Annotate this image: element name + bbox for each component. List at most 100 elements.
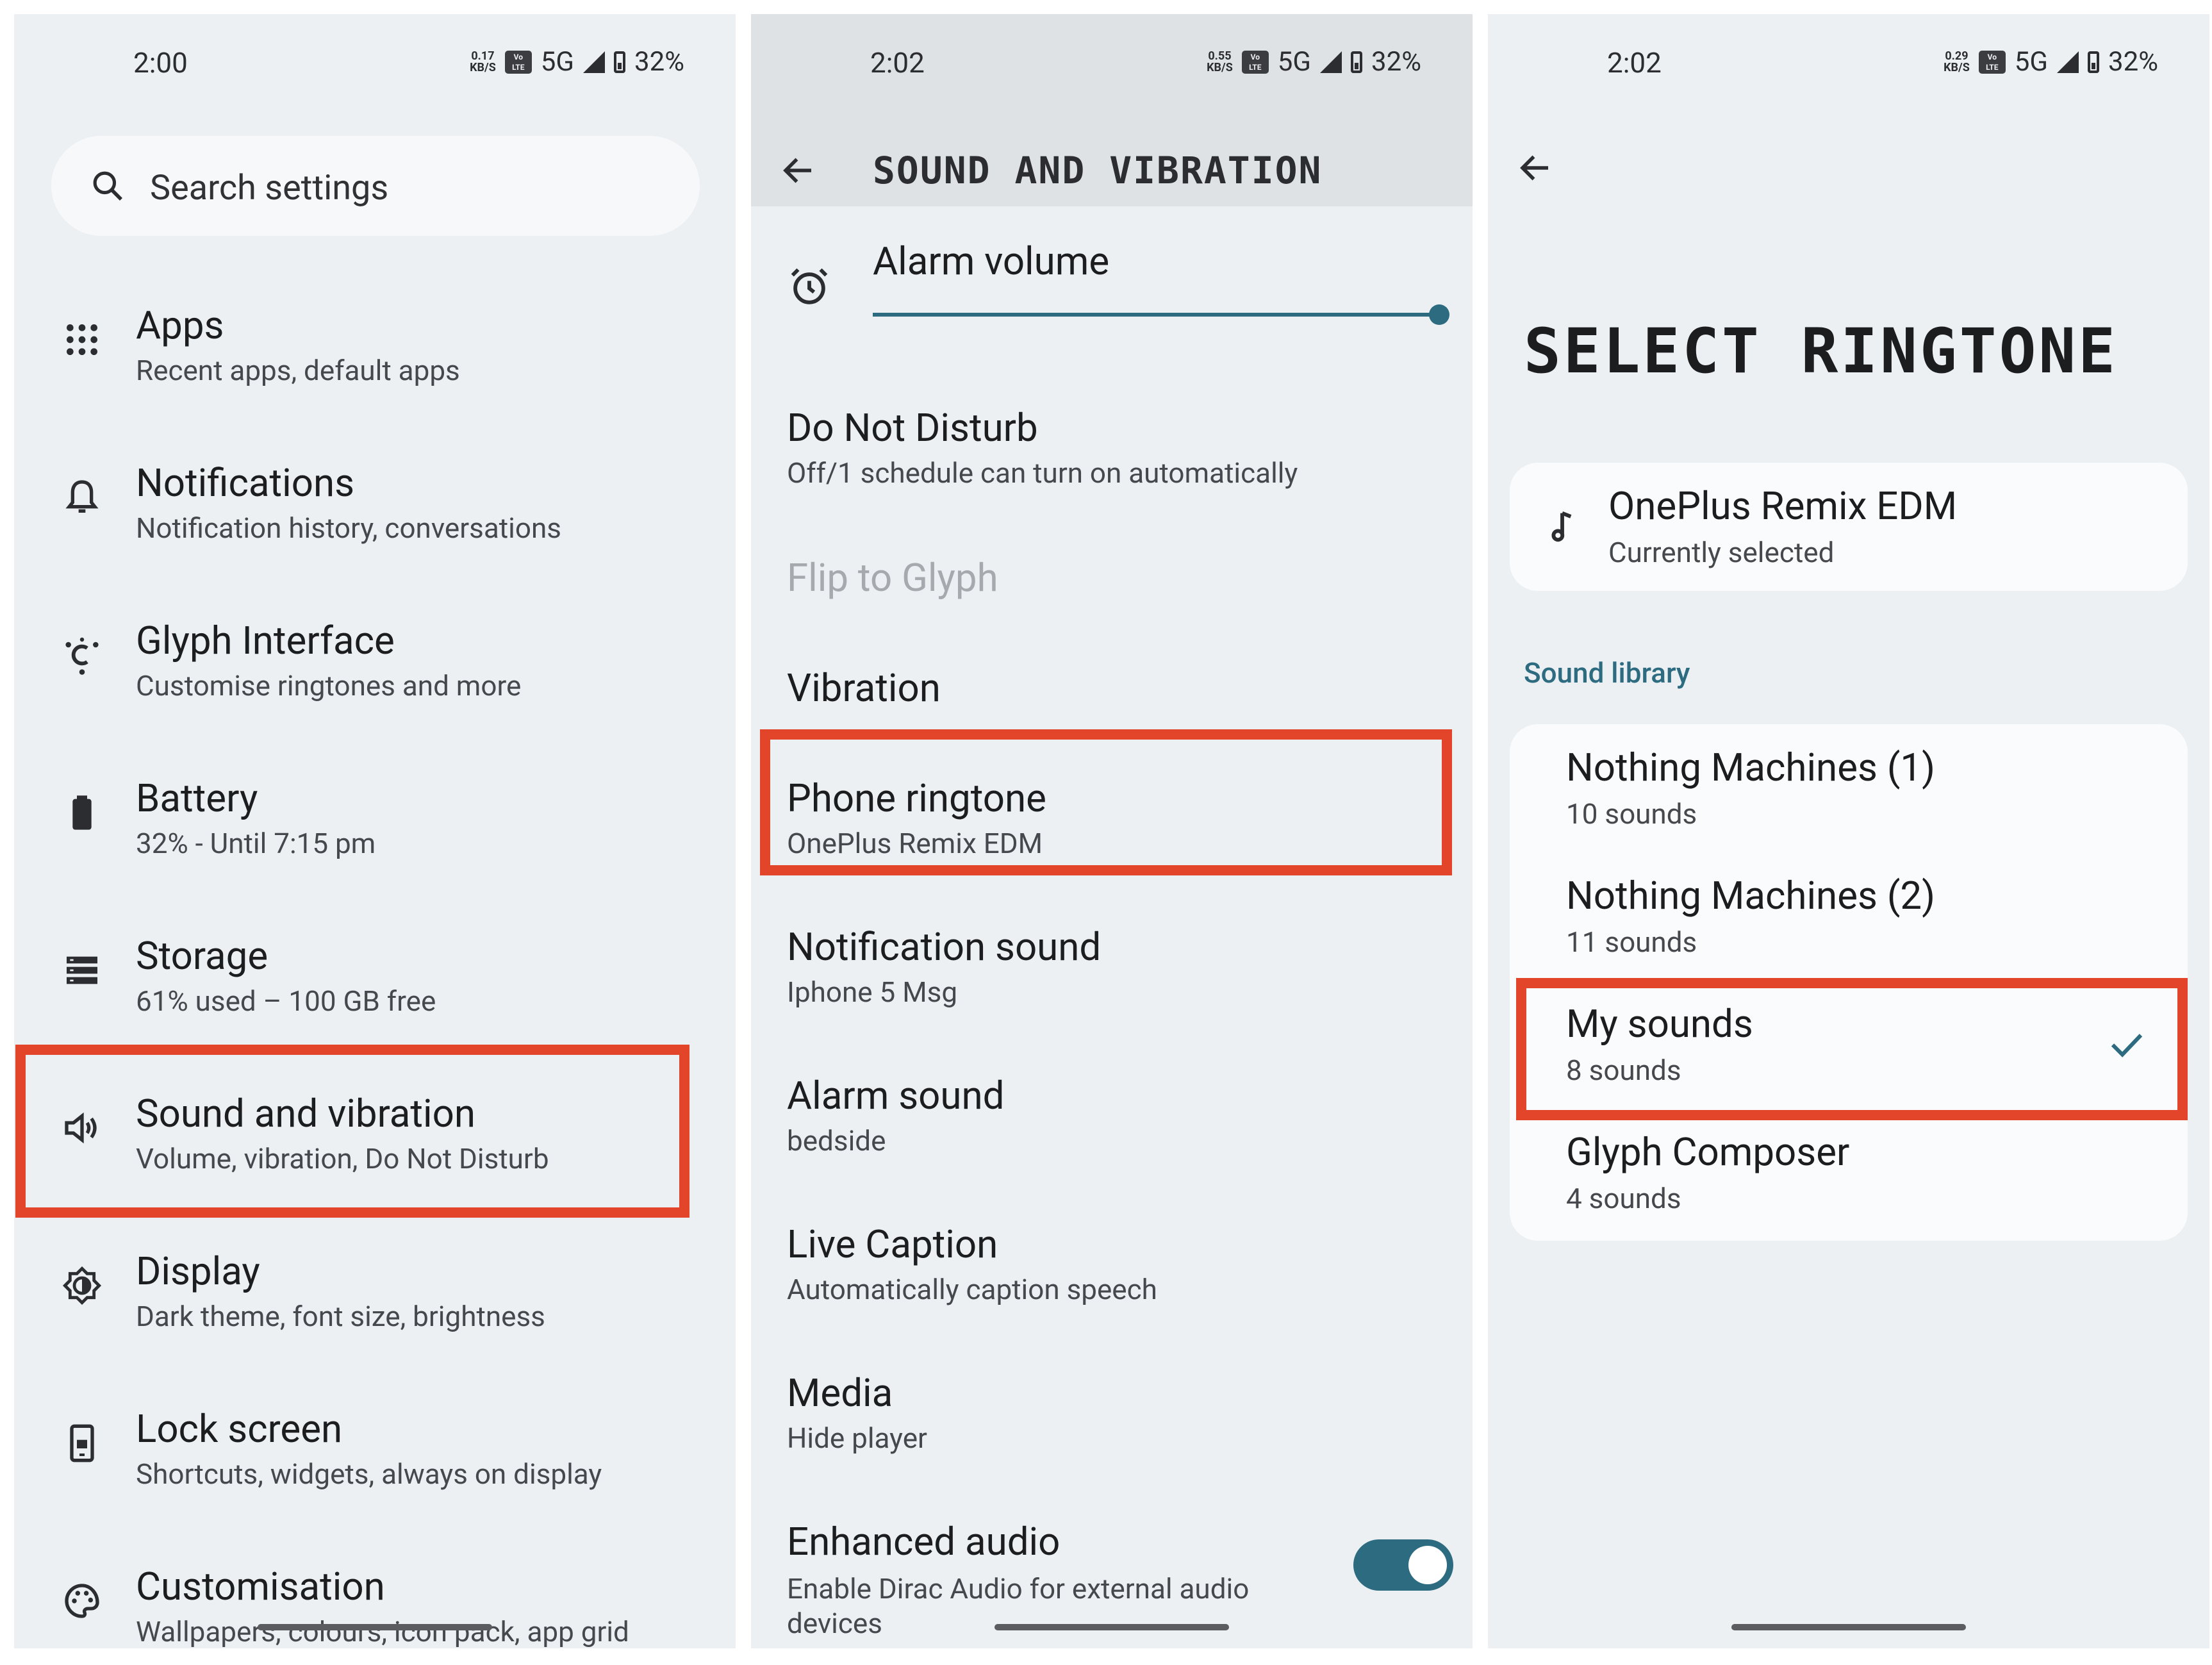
volte-icon: Vo LTE: [1241, 50, 1269, 74]
setting-subtitle: Hide player: [787, 1421, 927, 1455]
settings-screen: 2:00 0.17 KB/S Vo LTE 5G 32% Search sett…: [14, 14, 736, 1648]
setting-subtitle: Off/1 schedule can turn on automatically: [787, 456, 1298, 490]
setting-subtitle: Automatically caption speech: [787, 1273, 1157, 1306]
page-title: SELECT RINGTONE: [1524, 315, 2118, 387]
setting-title: Live Caption: [787, 1222, 998, 1267]
settings-item-title: Notifications: [136, 460, 355, 506]
alarm-volume-label: Alarm volume: [873, 238, 1110, 284]
signal-icon: [2057, 51, 2079, 73]
network-type: 5G: [540, 46, 575, 78]
library-item-title: Glyph Composer: [1566, 1129, 1850, 1175]
settings-item-glyph-interface[interactable]: Glyph Interface Customise ringtones and …: [14, 586, 736, 740]
highlight-box: [1516, 978, 2188, 1120]
settings-item-display[interactable]: Display Dark theme, font size, brightnes…: [14, 1216, 736, 1370]
library-item-subtitle: 10 sounds: [1566, 797, 1697, 831]
current-ringtone-subtitle: Currently selected: [1608, 536, 1835, 569]
settings-item-notifications[interactable]: Notifications Notification history, conv…: [14, 428, 736, 582]
settings-item-title: Lock screen: [136, 1406, 343, 1452]
alarm-clock-icon: [791, 268, 828, 304]
search-placeholder: Search settings: [150, 168, 389, 208]
setting-vibration[interactable]: Vibration: [787, 665, 941, 711]
setting-title: Media: [787, 1370, 893, 1416]
settings-item-customisation[interactable]: Customisation Wallpapers, colours, icon …: [14, 1532, 736, 1648]
settings-item-title: Battery: [136, 775, 258, 821]
network-type: 5G: [2014, 46, 2049, 78]
library-item-title: Nothing Machines (1): [1566, 745, 1936, 790]
volte-icon: Vo LTE: [504, 50, 532, 74]
current-ringtone-title: OnePlus Remix EDM: [1608, 483, 1958, 529]
enhanced-audio-toggle[interactable]: [1353, 1539, 1453, 1591]
settings-item-title: Glyph Interface: [136, 618, 395, 663]
library-item-nothing-machines-2[interactable]: Nothing Machines (2) 11 sounds: [1510, 852, 2188, 981]
setting-title: Do Not Disturb: [787, 405, 1038, 451]
battery-status-icon: [1351, 51, 1363, 73]
settings-item-title: Customisation: [136, 1564, 385, 1609]
current-ringtone-card[interactable]: OnePlus Remix EDM Currently selected: [1510, 463, 2188, 591]
settings-item-subtitle: Customise ringtones and more: [136, 669, 522, 702]
volte-icon: Vo LTE: [1978, 50, 2006, 74]
network-type: 5G: [1277, 46, 1312, 78]
battery-percent: 32%: [634, 46, 684, 78]
setting-subtitle: Iphone 5 Msg: [787, 975, 958, 1009]
settings-item-subtitle: Shortcuts, widgets, always on display: [136, 1457, 602, 1491]
settings-item-lock-screen[interactable]: Lock screen Shortcuts, widgets, always o…: [14, 1374, 736, 1528]
library-item-glyph-composer[interactable]: Glyph Composer 4 sounds: [1510, 1109, 2188, 1237]
library-item-nothing-machines-1[interactable]: Nothing Machines (1) 10 sounds: [1510, 724, 2188, 852]
battery-percent: 32%: [2108, 46, 2158, 78]
apps-grid-icon: [67, 324, 97, 355]
gesture-nav-bar[interactable]: [995, 1624, 1229, 1630]
status-icons: 0.55 KB/S Vo LTE 5G 32%: [1207, 46, 1421, 78]
network-speed: 0.17 KB/S: [470, 49, 496, 74]
settings-item-storage[interactable]: Storage 61% used – 100 GB free: [14, 901, 736, 1055]
sound-vibration-screen: 2:02 0.55 KB/S Vo LTE 5G 32% SOUND AND V…: [751, 14, 1473, 1648]
brightness-icon: [62, 1266, 102, 1305]
highlight-box: [15, 1045, 689, 1218]
page-title: SOUND AND VIBRATION: [873, 149, 1323, 192]
gesture-nav-bar[interactable]: [258, 1624, 492, 1630]
library-item-subtitle: 11 sounds: [1566, 925, 1697, 959]
status-icons: 0.29 KB/S Vo LTE 5G 32%: [1944, 46, 2158, 78]
settings-item-subtitle: Notification history, conversations: [136, 511, 561, 545]
settings-item-battery[interactable]: Battery 32% - Until 7:15 pm: [14, 743, 736, 897]
storage-icon: [67, 956, 97, 984]
setting-subtitle: bedside: [787, 1124, 886, 1157]
gesture-nav-bar[interactable]: [1731, 1624, 1966, 1630]
highlight-box: [760, 729, 1452, 875]
settings-item-subtitle: 61% used – 100 GB free: [136, 984, 436, 1018]
status-time: 2:00: [133, 46, 188, 79]
setting-title: Notification sound: [787, 924, 1102, 970]
phone-lock-icon: [70, 1424, 94, 1462]
settings-item-subtitle: 32% - Until 7:15 pm: [136, 827, 376, 860]
settings-item-title: Storage: [136, 933, 268, 979]
battery-percent: 32%: [1371, 46, 1421, 78]
settings-item-title: Display: [136, 1248, 260, 1294]
signal-icon: [583, 51, 606, 73]
bell-icon: [65, 480, 99, 513]
back-arrow-icon[interactable]: [1516, 149, 1555, 187]
back-arrow-icon[interactable]: [779, 151, 818, 190]
network-speed: 0.55 KB/S: [1207, 49, 1233, 74]
search-bar[interactable]: Search settings: [51, 136, 700, 236]
library-item-title: Nothing Machines (2): [1566, 873, 1936, 918]
palette-icon: [65, 1584, 99, 1618]
settings-item-subtitle: Recent apps, default apps: [136, 354, 460, 387]
settings-item-apps[interactable]: Apps Recent apps, default apps: [14, 270, 736, 424]
battery-status-icon: [614, 51, 626, 73]
settings-item-subtitle: Wallpapers, colours, icon pack, app grid: [136, 1615, 629, 1648]
search-icon: [93, 171, 122, 201]
slider-thumb[interactable]: [1429, 304, 1449, 325]
music-note-icon: [1551, 511, 1572, 542]
settings-item-subtitle: Dark theme, font size, brightness: [136, 1300, 545, 1333]
network-speed: 0.29 KB/S: [1944, 49, 1970, 74]
status-time: 2:02: [870, 46, 925, 79]
section-header: Sound library: [1524, 656, 1690, 690]
library-item-subtitle: 4 sounds: [1566, 1182, 1681, 1215]
settings-item-title: Apps: [136, 302, 224, 348]
battery-status-icon: [2088, 51, 2100, 73]
setting-title: Alarm sound: [787, 1073, 1005, 1118]
signal-icon: [1320, 51, 1342, 73]
glyph-icon: [65, 637, 99, 675]
setting-flip-to-glyph: Flip to Glyph: [787, 555, 998, 601]
setting-title: Enhanced audio: [787, 1519, 1061, 1564]
status-icons: 0.17 KB/S Vo LTE 5G 32%: [470, 46, 684, 78]
